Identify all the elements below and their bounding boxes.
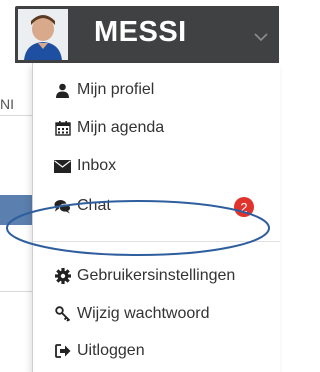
- user-icon: [54, 82, 71, 99]
- background-text-fragment: NI: [0, 96, 14, 112]
- top-bar: MESSI: [0, 0, 279, 63]
- calendar-icon: [54, 120, 71, 137]
- menu-item-uitloggen[interactable]: Uitloggen: [33, 337, 280, 365]
- menu-item-inbox[interactable]: Inbox: [33, 152, 280, 180]
- menu-item-mijn-profiel[interactable]: Mijn profiel: [33, 76, 280, 104]
- chat-icon: [54, 198, 71, 215]
- background-divider: [0, 115, 32, 116]
- menu-item-label: Uitloggen: [77, 342, 145, 359]
- menu-item-mijn-agenda[interactable]: Mijn agenda: [33, 114, 280, 142]
- chat-unread-badge: 2: [234, 197, 254, 217]
- user-avatar: [18, 9, 68, 60]
- background-blue-block: [0, 195, 32, 225]
- menu-item-label: Mijn profiel: [77, 81, 155, 98]
- menu-item-label: Mijn agenda: [77, 119, 165, 136]
- menu-item-wijzig-wachtwoord[interactable]: Wijzig wachtwoord: [33, 300, 280, 328]
- user-menu-toggle[interactable]: MESSI: [15, 6, 279, 63]
- sign-out-icon: [54, 343, 71, 360]
- envelope-icon: [54, 158, 71, 175]
- menu-item-label: Inbox: [77, 157, 117, 174]
- username-label: MESSI: [94, 16, 187, 48]
- menu-divider: [33, 241, 280, 242]
- background-page-fragment: NI: [0, 63, 32, 372]
- key-icon: [54, 306, 71, 323]
- menu-item-label: Chat: [77, 197, 111, 214]
- cog-icon: [54, 268, 71, 285]
- chevron-down-icon[interactable]: [254, 29, 268, 47]
- menu-item-label: Gebruikersinstellingen: [77, 267, 236, 284]
- menu-item-gebruikersinstellingen[interactable]: Gebruikersinstellingen: [33, 262, 280, 290]
- user-dropdown-menu: Mijn profiel Mijn agenda Inbox Chat 2 Ge…: [32, 63, 280, 372]
- background-divider: [0, 291, 32, 292]
- menu-item-label: Wijzig wachtwoord: [77, 305, 210, 322]
- menu-item-chat[interactable]: Chat 2: [33, 192, 280, 220]
